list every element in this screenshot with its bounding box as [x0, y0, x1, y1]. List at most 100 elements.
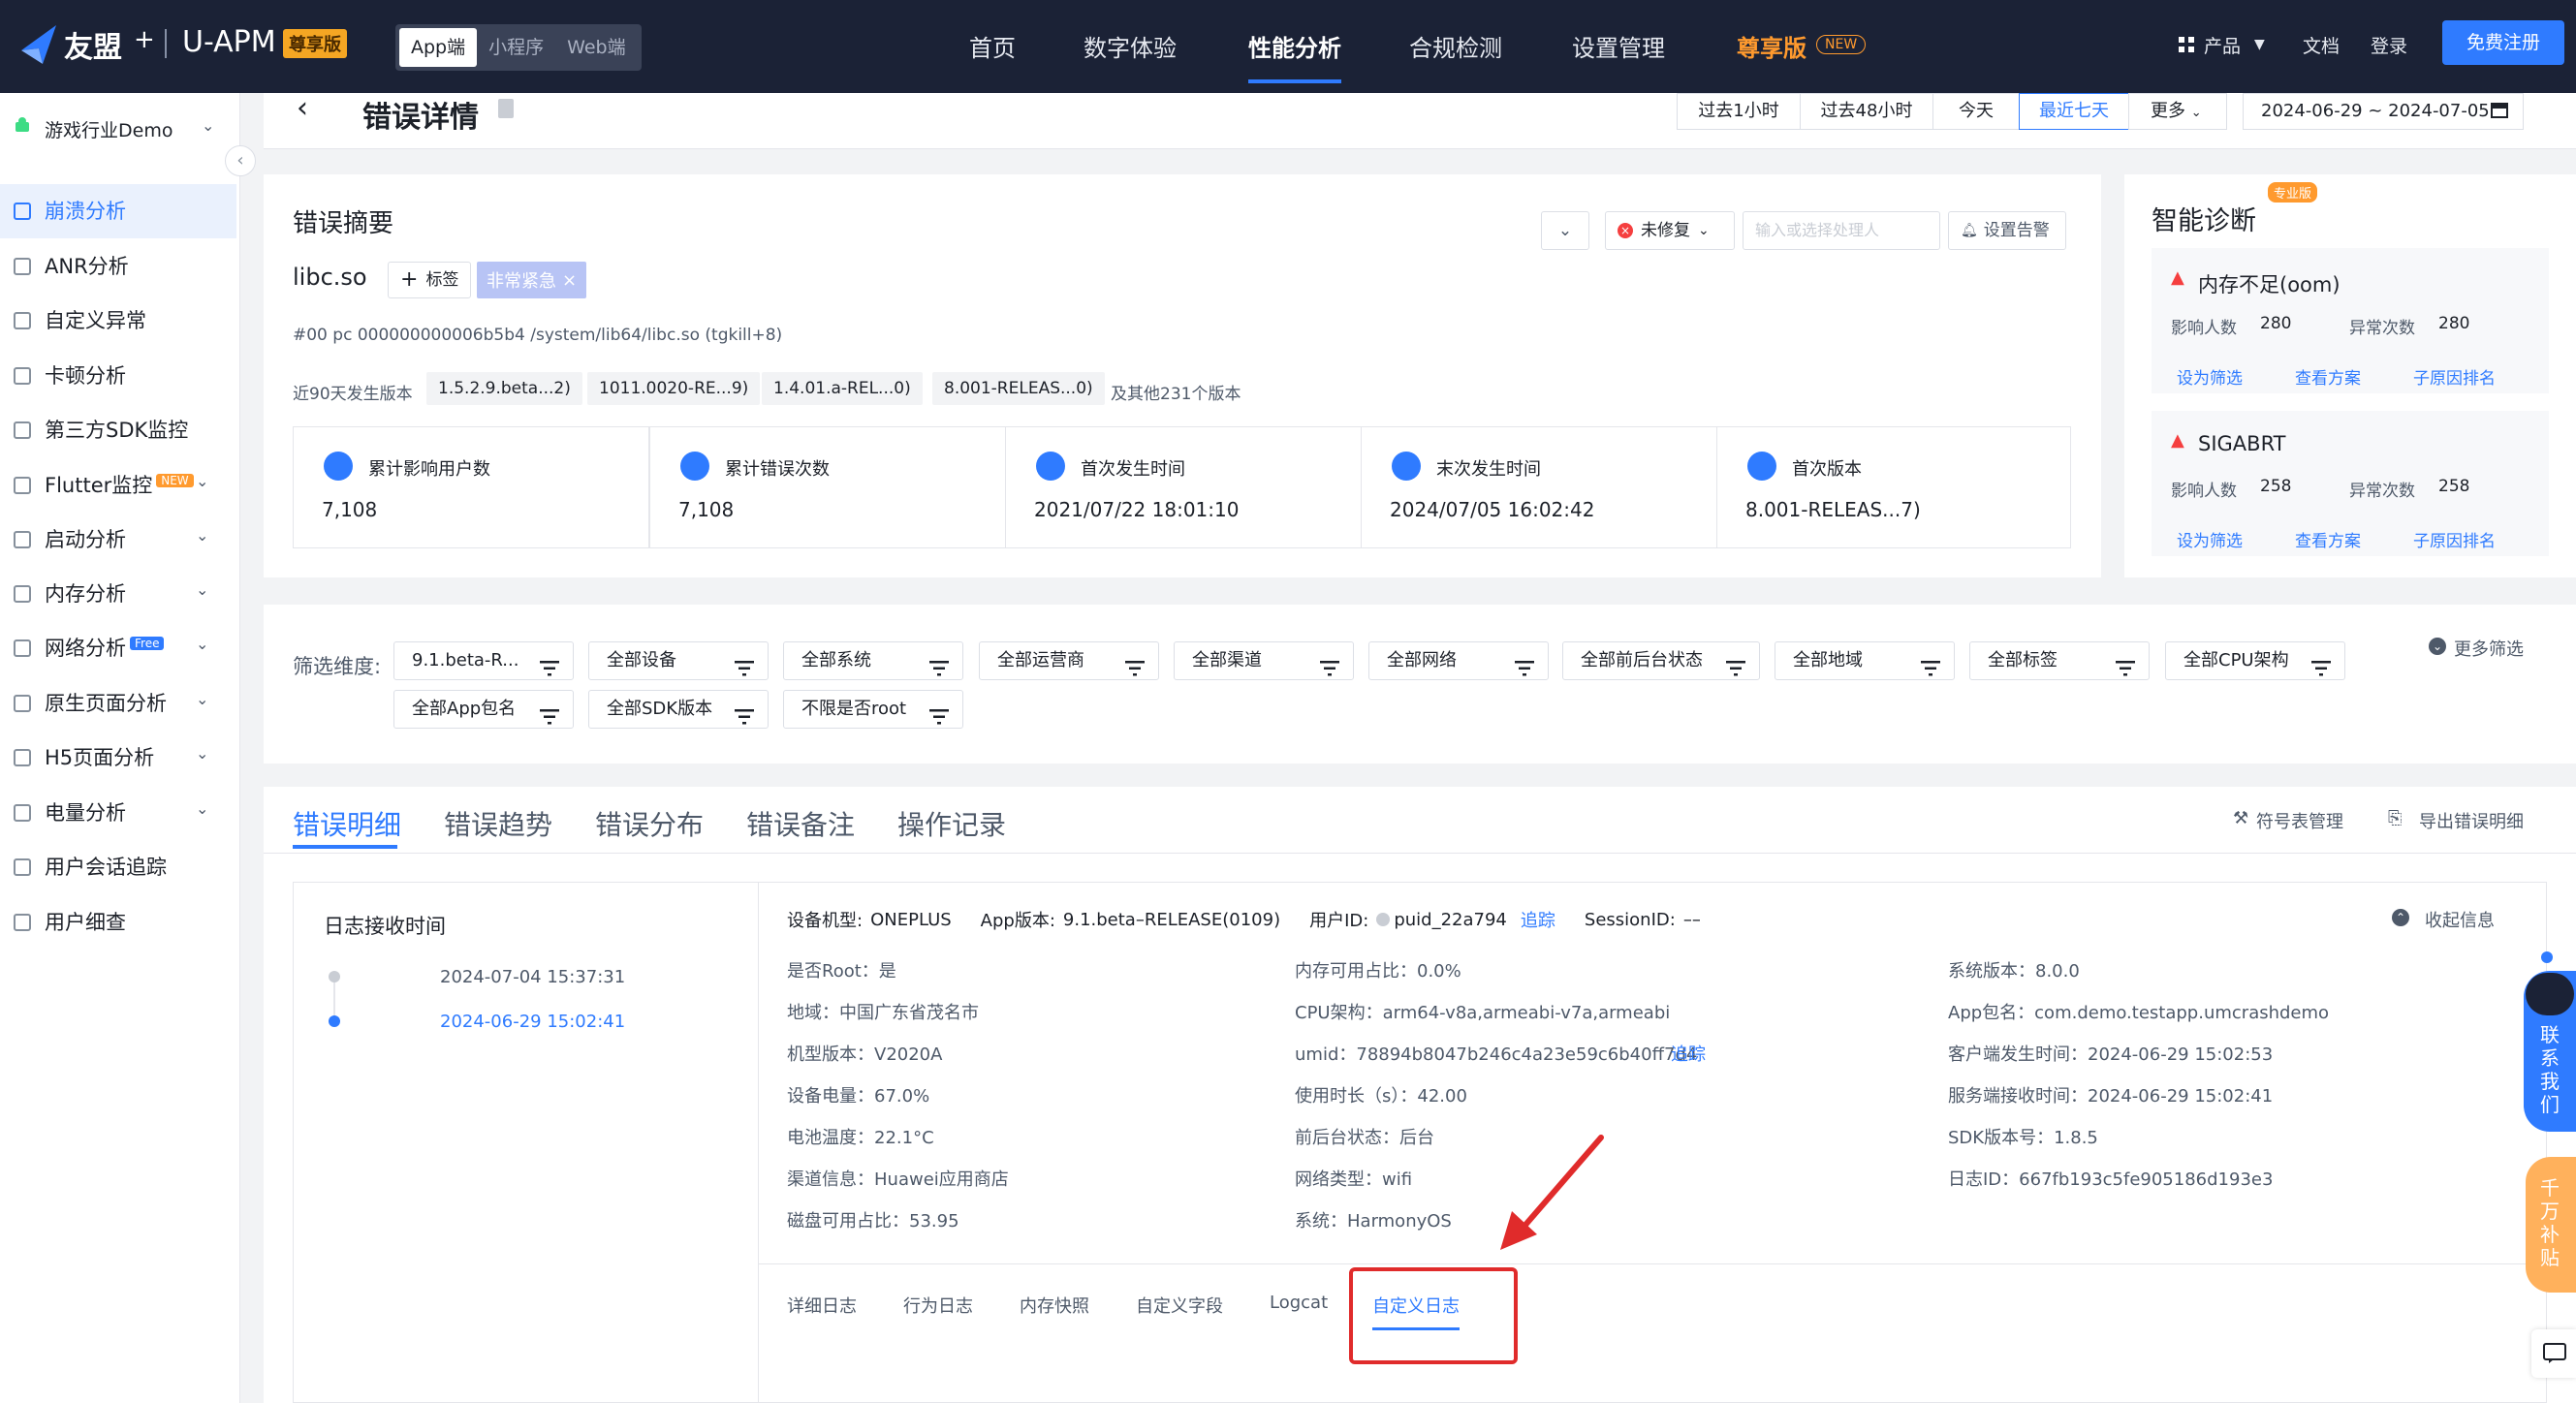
sidebar-item[interactable]: 第三方SDK监控 — [0, 403, 238, 457]
menu-item-icon — [14, 258, 31, 275]
docs-link[interactable]: 文档 — [2303, 32, 2340, 58]
assignee-input[interactable]: 输入或选择处理人 — [1743, 211, 1940, 250]
device-attr: 网络类型：wifi — [1295, 1169, 1413, 1190]
symbol-table-link[interactable]: 符号表管理 — [2256, 808, 2343, 833]
sidebar-item-label: 用户细查 — [45, 911, 126, 934]
sidebar-item-label: ANR分析 — [45, 255, 129, 278]
subtab-behavior-log[interactable]: 行为日志 — [903, 1293, 973, 1318]
version-chip[interactable]: 1.5.2.9.beta...2) — [426, 372, 582, 405]
sidebar-item[interactable]: 崩溃分析 — [0, 184, 236, 238]
time-range-48h[interactable]: 过去48小时 — [1800, 93, 1933, 130]
filter-dropdown[interactable]: 全部渠道 — [1174, 641, 1354, 680]
trace-user-link[interactable]: 追踪 — [1521, 907, 1555, 932]
status-select[interactable]: × 未修复 ⌄ — [1605, 211, 1735, 250]
filter-icon — [929, 702, 949, 725]
filter-value: 全部渠道 — [1192, 650, 1262, 670]
subtab-custom-fields[interactable]: 自定义字段 — [1136, 1293, 1223, 1318]
filter-dropdown[interactable]: 全部系统 — [783, 641, 963, 680]
sidebar-item[interactable]: 用户细查 — [0, 895, 238, 950]
error-count-value: 280 — [2438, 314, 2470, 333]
log-time-item[interactable]: 2024-07-04 15:37:31 — [440, 967, 625, 987]
timeline-dot — [329, 971, 340, 982]
version-chip[interactable]: 1.4.01.a-REL...0) — [762, 372, 923, 405]
tab-error-trend[interactable]: 错误趋势 — [444, 804, 552, 843]
version-chip[interactable]: 8.001-RELEAS...0) — [932, 372, 1105, 405]
time-range-1h[interactable]: 过去1小时 — [1677, 93, 1801, 130]
sidebar-item[interactable]: 自定义异常 — [0, 294, 238, 348]
annotation-highlight-box — [1349, 1267, 1518, 1364]
diagnosis-action-link[interactable]: 子原因排名 — [2413, 364, 2496, 389]
platform-app[interactable]: App端 — [399, 28, 478, 67]
register-button[interactable]: 免费注册 — [2442, 20, 2564, 65]
tab-error-detail[interactable]: 错误明细 — [293, 804, 401, 843]
export-detail-link[interactable]: 导出错误明细 — [2419, 808, 2524, 833]
filter-dropdown[interactable]: 全部CPU架构 — [2165, 641, 2345, 680]
filter-icon — [1921, 653, 1940, 676]
lib-name: libc.so — [293, 264, 367, 291]
platform-miniprogram[interactable]: 小程序 — [477, 28, 555, 67]
time-range-7d[interactable]: 最近七天 — [2019, 93, 2129, 130]
subsidy-char: 贴 — [2540, 1246, 2560, 1269]
contact-char: 联 — [2540, 1023, 2560, 1046]
time-range-more[interactable]: 更多 ⌄ — [2128, 93, 2227, 130]
more-filters-link[interactable]: 更多筛选 — [2454, 636, 2524, 661]
sidebar-item[interactable]: ANR分析 — [0, 239, 238, 294]
set-alert-button[interactable]: 🔔︎ 设置告警 — [1948, 211, 2066, 250]
bookmark-icon[interactable] — [498, 99, 514, 118]
brand-plus: + — [134, 25, 155, 54]
summary-expand-button[interactable]: ⌄ — [1541, 211, 1589, 250]
subtab-detail-log[interactable]: 详细日志 — [787, 1293, 857, 1318]
diagnosis-action-link[interactable]: 查看方案 — [2295, 527, 2361, 551]
login-link[interactable]: 登录 — [2371, 32, 2407, 58]
diagnosis-action-link[interactable]: 设为筛选 — [2177, 364, 2243, 389]
product-menu[interactable]: 产品 — [2204, 32, 2241, 58]
log-time-item-active[interactable]: 2024-06-29 15:02:41 — [440, 1012, 625, 1032]
collapse-info-link[interactable]: 收起信息 — [2425, 907, 2495, 932]
sidebar-item[interactable]: 卡顿分析 — [0, 349, 238, 403]
close-icon[interactable]: × — [562, 270, 577, 291]
date-range-picker[interactable]: 2024-06-29 ~ 2024-07-05 — [2243, 93, 2524, 130]
warning-icon: ▲ — [2171, 267, 2184, 288]
time-range-today[interactable]: 今天 — [1932, 93, 2020, 130]
nav-settings[interactable]: 设置管理 — [1572, 29, 1665, 63]
sidebar-item-label: 卡顿分析 — [45, 364, 126, 388]
filter-dropdown[interactable]: 不限是否root — [783, 690, 963, 729]
app-selector[interactable]: 游戏行业Demo — [45, 116, 173, 142]
filter-dropdown[interactable]: 全部标签 — [1969, 641, 2150, 680]
filter-dropdown[interactable]: 全部App包名 — [393, 690, 574, 729]
filter-value: 全部标签 — [1988, 650, 2058, 670]
tab-operation-log[interactable]: 操作记录 — [897, 804, 1006, 843]
filter-dropdown[interactable]: 全部地域 — [1775, 641, 1955, 680]
subtab-memory-snapshot[interactable]: 内存快照 — [1020, 1293, 1089, 1318]
tab-error-distribution[interactable]: 错误分布 — [595, 804, 704, 843]
nav-compliance[interactable]: 合规检测 — [1409, 29, 1502, 63]
session-id-value: –– — [1682, 909, 1701, 930]
filter-dropdown[interactable]: 全部SDK版本 — [588, 690, 769, 729]
sidebar-collapse-button[interactable]: ‹ — [225, 145, 256, 176]
nav-vip[interactable]: 尊享版 — [1737, 29, 1806, 63]
filter-dropdown[interactable]: 全部设备 — [588, 641, 769, 680]
add-tag-button[interactable]: + 标签 — [388, 262, 472, 298]
subtab-logcat[interactable]: Logcat — [1270, 1293, 1328, 1313]
nav-active-underline — [1248, 79, 1341, 83]
nav-performance[interactable]: 性能分析 — [1248, 29, 1341, 63]
tab-error-notes[interactable]: 错误备注 — [746, 804, 855, 843]
diagnosis-action-link[interactable]: 子原因排名 — [2413, 527, 2496, 551]
filter-dropdown[interactable]: 全部运营商 — [979, 641, 1159, 680]
sidebar-item[interactable]: 用户会话追踪 — [0, 840, 238, 894]
filter-dropdown[interactable]: 9.1.beta-R... — [393, 641, 574, 680]
tag-chip[interactable]: 非常紧急 × — [477, 262, 587, 298]
wrench-icon: ⚒︎ — [2233, 808, 2249, 828]
filter-dropdown[interactable]: 全部网络 — [1368, 641, 1549, 680]
platform-web[interactable]: Web端 — [555, 28, 637, 67]
chevron-down-icon: ⌄ — [2190, 106, 2202, 120]
nav-home[interactable]: 首页 — [969, 29, 1016, 63]
version-chip[interactable]: 1011.0020-RE...9) — [587, 372, 761, 405]
trace-umid-link[interactable]: 追踪 — [1671, 1041, 1706, 1066]
filter-dropdown[interactable]: 全部前后台状态 — [1562, 641, 1760, 680]
nav-digital-experience[interactable]: 数字体验 — [1084, 29, 1177, 63]
diagnosis-action-link[interactable]: 查看方案 — [2295, 364, 2361, 389]
back-icon[interactable]: ‹ — [297, 91, 308, 125]
diagnosis-action-link[interactable]: 设为筛选 — [2177, 527, 2243, 551]
versions-more[interactable]: 及其他231个版本 — [1111, 380, 1241, 404]
